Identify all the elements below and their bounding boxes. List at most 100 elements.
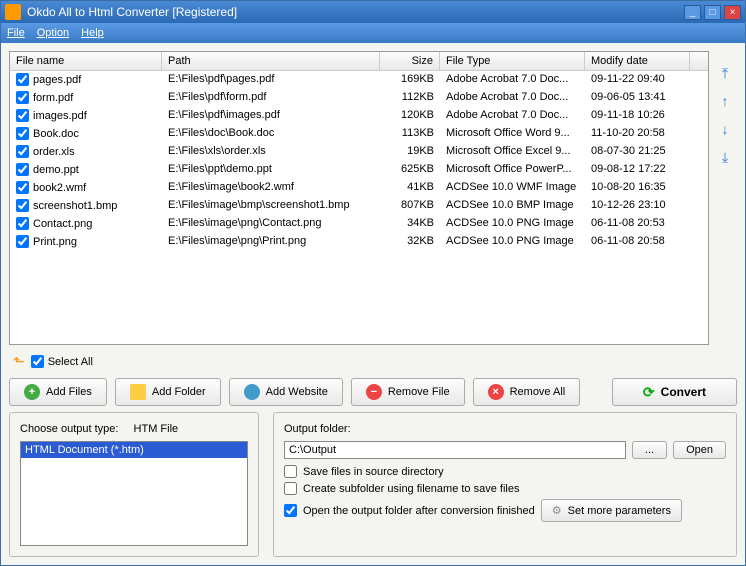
header-size[interactable]: Size: [380, 52, 440, 70]
cell-filename: Contact.png: [10, 215, 162, 232]
row-checkbox[interactable]: [16, 217, 29, 230]
row-checkbox[interactable]: [16, 145, 29, 158]
cell-size: 41KB: [380, 179, 440, 196]
table-row[interactable]: images.pdfE:\Files\pdf\images.pdf120KBAd…: [10, 107, 708, 125]
table-row[interactable]: screenshot1.bmpE:\Files\image\bmp\screen…: [10, 197, 708, 215]
window-controls: _ □ ×: [684, 5, 741, 20]
cell-filename: book2.wmf: [10, 179, 162, 196]
output-format-label: HTM File: [134, 423, 179, 435]
header-modifydate[interactable]: Modify date: [585, 52, 690, 70]
row-checkbox[interactable]: [16, 181, 29, 194]
cell-type: Microsoft Office Excel 9...: [440, 143, 585, 160]
row-checkbox[interactable]: [16, 199, 29, 212]
app-icon: [5, 4, 21, 20]
save-in-source-checkbox[interactable]: [284, 465, 297, 478]
output-folder-input[interactable]: [284, 441, 626, 459]
open-after-checkbox[interactable]: [284, 504, 297, 517]
cell-filename: pages.pdf: [10, 71, 162, 88]
cell-date: 08-07-30 21:25: [585, 143, 690, 160]
header-filetype[interactable]: File Type: [440, 52, 585, 70]
cell-type: Microsoft Office PowerP...: [440, 161, 585, 178]
create-subfolder-label: Create subfolder using filename to save …: [303, 483, 519, 495]
row-checkbox[interactable]: [16, 73, 29, 86]
select-all-label[interactable]: Select All: [31, 355, 93, 368]
cell-filename: order.xls: [10, 143, 162, 160]
cell-size: 807KB: [380, 197, 440, 214]
cell-date: 09-06-05 13:41: [585, 89, 690, 106]
cell-size: 625KB: [380, 161, 440, 178]
minimize-button[interactable]: _: [684, 5, 701, 20]
output-folder-label: Output folder:: [284, 423, 726, 435]
more-params-button[interactable]: ⚙Set more parameters: [541, 499, 682, 522]
cell-path: E:\Files\xls\order.xls: [162, 143, 380, 160]
row-checkbox[interactable]: [16, 109, 29, 122]
cell-date: 09-11-22 09:40: [585, 71, 690, 88]
x-icon: ×: [488, 384, 504, 400]
content-area: File name Path Size File Type Modify dat…: [1, 43, 745, 565]
folder-icon: [130, 384, 146, 400]
cell-size: 113KB: [380, 125, 440, 142]
close-button[interactable]: ×: [724, 5, 741, 20]
cell-type: ACDSee 10.0 PNG Image: [440, 215, 585, 232]
convert-button[interactable]: ⟳Convert: [612, 378, 737, 406]
plus-icon: +: [24, 384, 40, 400]
cell-path: E:\Files\ppt\demo.ppt: [162, 161, 380, 178]
select-all-checkbox[interactable]: [31, 355, 44, 368]
table-row[interactable]: Contact.pngE:\Files\image\png\Contact.pn…: [10, 215, 708, 233]
move-down-icon[interactable]: ↓: [716, 121, 734, 139]
cell-date: 11-10-20 20:58: [585, 125, 690, 142]
open-after-label: Open the output folder after conversion …: [303, 505, 535, 517]
row-checkbox[interactable]: [16, 127, 29, 140]
table-row[interactable]: form.pdfE:\Files\pdf\form.pdf112KBAdobe …: [10, 89, 708, 107]
cell-size: 120KB: [380, 107, 440, 124]
cell-type: Adobe Acrobat 7.0 Doc...: [440, 71, 585, 88]
cell-type: Adobe Acrobat 7.0 Doc...: [440, 107, 585, 124]
cell-filename: form.pdf: [10, 89, 162, 106]
open-folder-button[interactable]: Open: [673, 441, 726, 459]
choose-output-label: Choose output type:: [20, 423, 118, 435]
open-after-row: Open the output folder after conversion …: [284, 499, 726, 522]
output-folder-panel: Output folder: ... Open Save files in so…: [273, 412, 737, 557]
cell-size: 32KB: [380, 233, 440, 250]
output-folder-row: ... Open: [284, 441, 726, 459]
select-all-text: Select All: [48, 356, 93, 368]
cell-filename: screenshot1.bmp: [10, 197, 162, 214]
cell-path: E:\Files\pdf\images.pdf: [162, 107, 380, 124]
cell-date: 09-11-18 10:26: [585, 107, 690, 124]
cell-path: E:\Files\doc\Book.doc: [162, 125, 380, 142]
move-top-icon[interactable]: ⤒: [716, 65, 734, 83]
cell-path: E:\Files\pdf\form.pdf: [162, 89, 380, 106]
create-subfolder-checkbox[interactable]: [284, 482, 297, 495]
browse-button[interactable]: ...: [632, 441, 667, 459]
table-row[interactable]: book2.wmfE:\Files\image\book2.wmf41KBACD…: [10, 179, 708, 197]
cell-type: ACDSee 10.0 WMF Image: [440, 179, 585, 196]
table-row[interactable]: Book.docE:\Files\doc\Book.doc113KBMicros…: [10, 125, 708, 143]
output-type-listbox[interactable]: HTML Document (*.htm): [20, 441, 248, 546]
cell-type: ACDSee 10.0 PNG Image: [440, 233, 585, 250]
add-folder-button[interactable]: Add Folder: [115, 378, 221, 406]
row-checkbox[interactable]: [16, 91, 29, 104]
remove-all-button[interactable]: ×Remove All: [473, 378, 581, 406]
remove-file-button[interactable]: −Remove File: [351, 378, 465, 406]
cell-date: 06-11-08 20:53: [585, 215, 690, 232]
table-row[interactable]: pages.pdfE:\Files\pdf\pages.pdf169KBAdob…: [10, 71, 708, 89]
header-path[interactable]: Path: [162, 52, 380, 70]
move-up-icon[interactable]: ↑: [716, 93, 734, 111]
table-row[interactable]: demo.pptE:\Files\ppt\demo.ppt625KBMicros…: [10, 161, 708, 179]
menu-help[interactable]: Help: [81, 27, 104, 39]
select-all-row: ⬑ Select All: [9, 351, 737, 372]
table-body: pages.pdfE:\Files\pdf\pages.pdf169KBAdob…: [10, 71, 708, 251]
cell-type: Adobe Acrobat 7.0 Doc...: [440, 89, 585, 106]
table-row[interactable]: order.xlsE:\Files\xls\order.xls19KBMicro…: [10, 143, 708, 161]
move-bottom-icon[interactable]: ⤓: [716, 149, 734, 167]
list-item[interactable]: HTML Document (*.htm): [21, 442, 247, 458]
maximize-button[interactable]: □: [704, 5, 721, 20]
row-checkbox[interactable]: [16, 235, 29, 248]
add-website-button[interactable]: Add Website: [229, 378, 343, 406]
add-files-button[interactable]: +Add Files: [9, 378, 107, 406]
menu-file[interactable]: File: [7, 27, 25, 39]
menu-option[interactable]: Option: [37, 27, 69, 39]
header-filename[interactable]: File name: [10, 52, 162, 70]
row-checkbox[interactable]: [16, 163, 29, 176]
table-row[interactable]: Print.pngE:\Files\image\png\Print.png32K…: [10, 233, 708, 251]
